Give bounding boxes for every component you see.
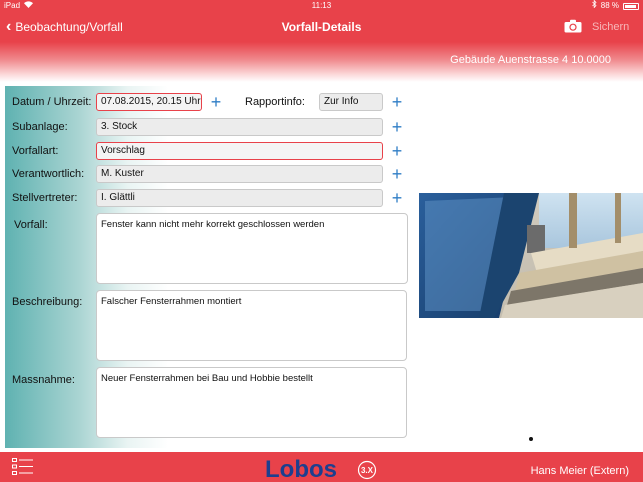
rapport-field[interactable]: Zur Info [319, 93, 383, 111]
beschreibung-label: Beschreibung: [12, 296, 83, 308]
stellvertreter-add-icon[interactable]: + [390, 189, 404, 207]
incident-photo[interactable] [419, 193, 643, 318]
datum-add-icon[interactable]: + [209, 93, 223, 111]
bottom-bar: Lobos 3.X Hans Meier (Extern) [0, 452, 643, 482]
logo-text: Lobos [265, 456, 337, 481]
page-indicator-dot [529, 437, 533, 441]
datum-label: Datum / Uhrzeit: [12, 96, 92, 108]
status-right: 88 % [591, 0, 639, 12]
battery-percent: 88 % [600, 1, 619, 10]
rapport-label: Rapportinfo: [245, 96, 305, 108]
screen: iPad 11:13 88 % ‹ Beobachtung/Vorfall Vo… [0, 0, 643, 482]
back-button[interactable]: ‹ Beobachtung/Vorfall [6, 12, 123, 42]
checklist-icon[interactable] [12, 458, 34, 476]
logo-version: 3.X [361, 466, 374, 475]
camera-icon[interactable] [564, 19, 582, 33]
verantwortlich-field[interactable]: M. Kuster [96, 165, 383, 183]
rapport-add-icon[interactable]: + [390, 93, 404, 111]
vorfall-textarea[interactable]: Fenster kann nicht mehr korrekt geschlos… [96, 213, 408, 284]
subanlage-label: Subanlage: [12, 121, 68, 133]
battery-icon [623, 2, 639, 10]
bluetooth-icon [591, 0, 597, 12]
subanlage-field[interactable]: 3. Stock [96, 118, 383, 136]
chevron-left-icon: ‹ [6, 18, 12, 35]
verantwortlich-add-icon[interactable]: + [390, 165, 404, 183]
vorfallart-add-icon[interactable]: + [390, 142, 404, 160]
save-button[interactable]: Sichern [592, 12, 629, 42]
vorfall-label: Vorfall: [14, 219, 48, 231]
building-info: Gebäude Auenstrasse 4 10.0000 [450, 54, 611, 66]
header-band: Gebäude Auenstrasse 4 10.0000 [0, 42, 643, 82]
verantwortlich-label: Verantwortlich: [12, 168, 85, 180]
user-name: Hans Meier (Extern) [530, 465, 629, 477]
status-bar: iPad 11:13 88 % [0, 0, 643, 12]
nav-bar: ‹ Beobachtung/Vorfall Vorfall-Details Si… [0, 12, 643, 42]
stellvertreter-field[interactable]: I. Glättli [96, 189, 383, 207]
vorfallart-label: Vorfallart: [12, 145, 59, 157]
massnahme-textarea[interactable]: Neuer Fensterrahmen bei Bau und Hobbie b… [96, 367, 407, 438]
massnahme-label: Massnahme: [12, 374, 75, 386]
stellvertreter-label: Stellvertreter: [12, 192, 78, 204]
datum-field[interactable]: 07.08.2015, 20.15 Uhr [96, 93, 202, 111]
lobos-logo: Lobos 3.X [265, 455, 385, 482]
back-button-label: Beobachtung/Vorfall [15, 20, 123, 34]
vorfallart-field[interactable]: Vorschlag [96, 142, 383, 160]
beschreibung-textarea[interactable]: Falscher Fensterrahmen montiert [96, 290, 407, 361]
subanlage-add-icon[interactable]: + [390, 118, 404, 136]
status-time: 11:13 [311, 1, 332, 10]
